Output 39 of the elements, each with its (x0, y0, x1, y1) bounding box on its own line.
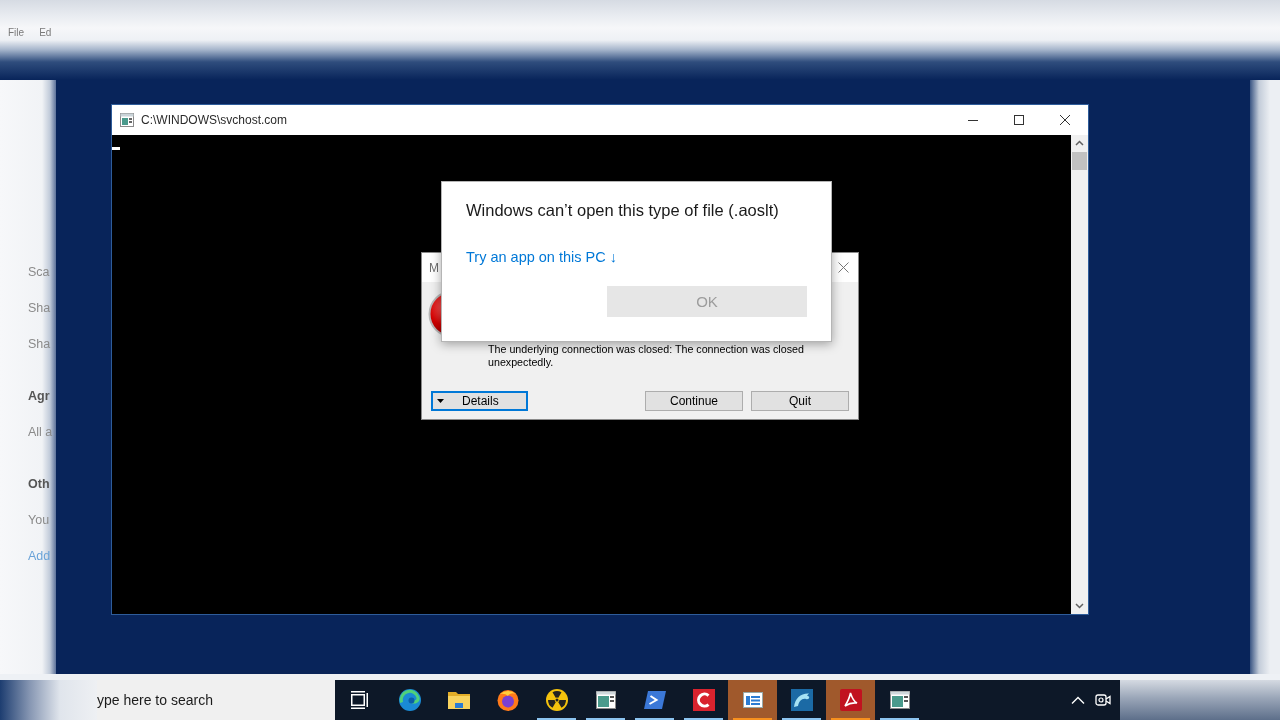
close-icon (837, 262, 849, 273)
sidebar-item[interactable]: You (28, 513, 50, 527)
sidebar-heading: Agr (28, 389, 50, 403)
wave-icon (789, 688, 814, 712)
search-field[interactable]: ype here to search (97, 680, 335, 720)
app-link[interactable]: Try an app on this PC ↓ (466, 247, 617, 267)
close-icon (1060, 115, 1070, 125)
scrollbar[interactable] (1071, 135, 1088, 614)
ribbon-icon (838, 688, 863, 712)
sidebar-heading: Oth (28, 477, 50, 491)
minimize-icon (968, 119, 978, 121)
hazard-icon (544, 688, 569, 712)
chevron-up-icon (1071, 696, 1085, 704)
camera-icon (1095, 692, 1111, 708)
prompt-icon (642, 688, 667, 712)
flame-globe-icon (495, 688, 520, 712)
dialog-button[interactable]: Continue (645, 391, 743, 411)
window-icon (887, 688, 912, 712)
window-icon (593, 688, 618, 712)
details-button[interactable]: Details (431, 391, 528, 411)
scroll-thumb[interactable] (1072, 152, 1087, 170)
sidebar-item[interactable]: All a (28, 425, 53, 439)
sidebar-item[interactable]: Sca (28, 265, 50, 279)
sidebar-link[interactable]: Add (28, 549, 51, 563)
sidebar-item[interactable]: Sha (28, 301, 51, 315)
dialog-button[interactable]: Quit (751, 391, 849, 411)
menu-item[interactable]: File (8, 27, 25, 39)
menu-item[interactable]: Ed (39, 27, 52, 39)
caret-icon (437, 399, 444, 403)
sidebar-item[interactable]: Sha (28, 337, 51, 351)
error-message: The underlying connection was closed: The connection was closed unexpectedly. (488, 343, 805, 369)
dialog-heading: Windows can’t open this type of file (.aoslt) (466, 200, 779, 221)
window-icon (120, 113, 134, 127)
maximize-icon (1014, 115, 1024, 125)
arc-icon (691, 688, 716, 712)
task-view-icon (351, 691, 369, 709)
window-title: C:\WINDOWS\svchost.com (141, 113, 288, 127)
dialog-title: M (428, 260, 440, 275)
swirl-icon (397, 688, 422, 712)
